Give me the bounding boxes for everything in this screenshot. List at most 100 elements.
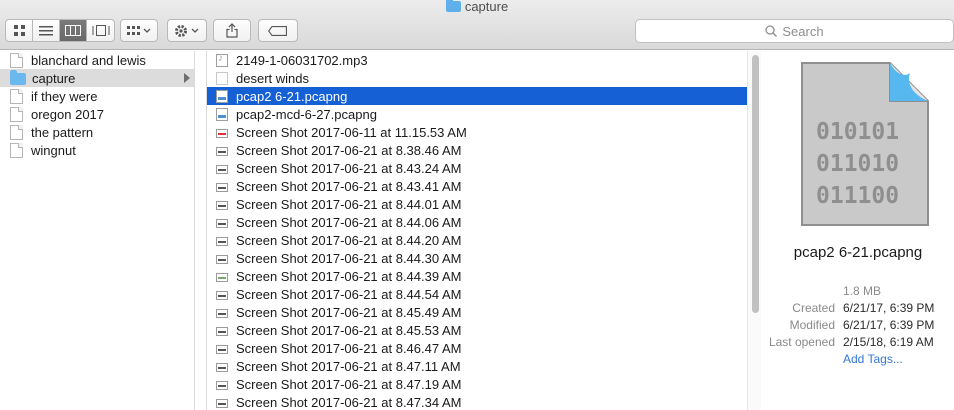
contents-scrollbar[interactable] <box>747 51 761 410</box>
column-view-icon <box>65 25 81 36</box>
screenshot-icon <box>216 272 228 282</box>
screenshot-icon <box>216 182 228 192</box>
file-row[interactable]: Screen Shot 2017-06-21 at 8.44.30 AM <box>207 249 747 267</box>
file-row[interactable]: Screen Shot 2017-06-21 at 8.38.46 AM <box>207 141 747 159</box>
screenshot-icon <box>216 254 228 264</box>
file-row[interactable]: Screen Shot 2017-06-21 at 8.47.34 AM <box>207 393 747 410</box>
contents-scrollbar-thumb[interactable] <box>752 55 759 313</box>
document-icon <box>10 106 23 122</box>
column-item-label: the pattern <box>31 124 94 140</box>
file-name: Screen Shot 2017-06-21 at 8.47.11 AM <box>236 358 461 374</box>
arrange-icon <box>127 25 151 35</box>
file-row[interactable]: Screen Shot 2017-06-21 at 8.43.24 AM <box>207 159 747 177</box>
modified-label: Modified <box>789 318 835 332</box>
file-row[interactable]: 2149-1-06031702.mp3 <box>207 51 747 69</box>
screenshot-icon <box>216 344 228 354</box>
search-placeholder: Search <box>782 23 824 39</box>
file-row[interactable]: Screen Shot 2017-06-11 at 11.15.53 AM <box>207 123 747 141</box>
file-name: Screen Shot 2017-06-21 at 8.46.47 AM <box>236 340 462 356</box>
audio-file-icon <box>216 53 228 67</box>
gallery-view-button[interactable] <box>87 20 114 41</box>
screenshot-icon <box>216 362 228 372</box>
window-title-text: capture <box>464 0 509 14</box>
file-name: Screen Shot 2017-06-21 at 8.44.39 AM <box>236 268 462 284</box>
window-title: capture <box>0 0 954 14</box>
column-item-the-pattern[interactable]: the pattern <box>0 123 194 141</box>
parent-folder-column: blanchard and lewis capture if they were or… <box>0 51 195 410</box>
modified-row: Modified 6/21/17, 6:39 PM <box>762 318 954 335</box>
column-resize-handle[interactable] <box>196 51 207 410</box>
column-item-wingnut[interactable]: wingnut <box>0 141 194 159</box>
document-icon <box>10 88 23 104</box>
file-name: Screen Shot 2017-06-21 at 8.47.34 AM <box>236 394 462 410</box>
screenshot-icon <box>216 128 228 138</box>
edit-tags-button[interactable] <box>258 19 298 42</box>
file-row[interactable]: Screen Shot 2017-06-21 at 8.44.20 AM <box>207 231 747 249</box>
file-row[interactable]: Screen Shot 2017-06-21 at 8.45.53 AM <box>207 321 747 339</box>
file-name: Screen Shot 2017-06-21 at 8.47.19 AM <box>236 376 462 392</box>
column-item-label: blanchard and lewis <box>31 52 146 68</box>
file-name: Screen Shot 2017-06-21 at 8.45.53 AM <box>236 322 462 338</box>
share-button[interactable] <box>213 19 251 42</box>
column-item-capture[interactable]: capture <box>0 69 194 87</box>
icon-view-button[interactable] <box>6 20 33 41</box>
document-icon <box>10 124 23 140</box>
screenshot-icon <box>216 146 228 156</box>
file-row[interactable]: desert winds <box>207 69 747 87</box>
file-name: Screen Shot 2017-06-21 at 8.43.41 AM <box>236 178 462 194</box>
file-name: Screen Shot 2017-06-21 at 8.44.20 AM <box>236 232 462 248</box>
file-name: Screen Shot 2017-06-21 at 8.43.24 AM <box>236 160 462 176</box>
file-row[interactable]: Screen Shot 2017-06-21 at 8.43.41 AM <box>207 177 747 195</box>
file-row[interactable]: Screen Shot 2017-06-21 at 8.47.11 AM <box>207 357 747 375</box>
screenshot-icon <box>216 290 228 300</box>
icon-view-icon <box>13 25 25 36</box>
list-view-icon <box>39 25 53 35</box>
toolbar: capture Search <box>0 0 954 50</box>
column-item-blanchard-and-lewis[interactable]: blanchard and lewis <box>0 51 194 69</box>
tag-icon <box>268 25 287 36</box>
screenshot-icon <box>216 326 228 336</box>
screenshot-icon <box>216 200 228 210</box>
file-name: Screen Shot 2017-06-21 at 8.45.49 AM <box>236 304 462 320</box>
file-row[interactable]: Screen Shot 2017-06-21 at 8.47.19 AM <box>207 375 747 393</box>
column-item-label: wingnut <box>31 142 76 158</box>
screenshot-icon <box>216 236 228 246</box>
file-row[interactable]: pcap2-mcd-6-27.pcapng <box>207 105 747 123</box>
pcap-file-icon <box>216 107 228 121</box>
created-label: Created <box>792 301 835 315</box>
column-view-button[interactable] <box>60 20 87 41</box>
pcap-file-icon <box>216 89 228 103</box>
file-name: Screen Shot 2017-06-21 at 8.44.06 AM <box>236 214 462 230</box>
file-name: Screen Shot 2017-06-21 at 8.44.54 AM <box>236 286 462 302</box>
preview-pane: 010101 011010 011100 pcap2 6-21.pcapng 1… <box>762 51 954 410</box>
file-row[interactable]: Screen Shot 2017-06-21 at 8.44.54 AM <box>207 285 747 303</box>
screenshot-icon <box>216 218 228 228</box>
last-opened-value: 2/15/18, 6:19 AM <box>843 335 934 349</box>
add-tags-link[interactable]: Add Tags... <box>843 352 903 369</box>
list-view-button[interactable] <box>33 20 60 41</box>
column-item-label: if they were <box>31 88 98 104</box>
column-item-if-they-were[interactable]: if they were <box>0 87 194 105</box>
search-icon <box>765 25 778 37</box>
action-menu-button[interactable] <box>167 19 207 42</box>
file-name: Screen Shot 2017-06-21 at 8.44.30 AM <box>236 250 462 266</box>
file-row[interactable]: Screen Shot 2017-06-21 at 8.44.01 AM <box>207 195 747 213</box>
screenshot-icon <box>216 308 228 318</box>
share-icon <box>226 23 238 38</box>
file-row[interactable]: pcap2 6-21.pcapng <box>207 87 747 105</box>
column-item-oregon-2017[interactable]: oregon 2017 <box>0 105 194 123</box>
file-row[interactable]: Screen Shot 2017-06-21 at 8.46.47 AM <box>207 339 747 357</box>
file-row[interactable]: Screen Shot 2017-06-21 at 8.44.39 AM <box>207 267 747 285</box>
disclosure-arrow-icon <box>184 73 190 83</box>
document-icon <box>10 52 23 68</box>
file-row[interactable]: Screen Shot 2017-06-21 at 8.44.06 AM <box>207 213 747 231</box>
document-binary-icon: 010101 011010 011100 <box>801 62 929 226</box>
binary-line-1: 010101 <box>816 119 899 145</box>
tags-row: Add Tags... <box>762 352 954 369</box>
file-name: pcap2 6-21.pcapng <box>236 88 348 104</box>
search-field[interactable]: Search <box>635 19 954 43</box>
file-row[interactable]: Screen Shot 2017-06-21 at 8.45.49 AM <box>207 303 747 321</box>
screenshot-icon <box>216 380 228 390</box>
arrange-menu-button[interactable] <box>120 19 158 42</box>
document-icon <box>10 142 23 158</box>
